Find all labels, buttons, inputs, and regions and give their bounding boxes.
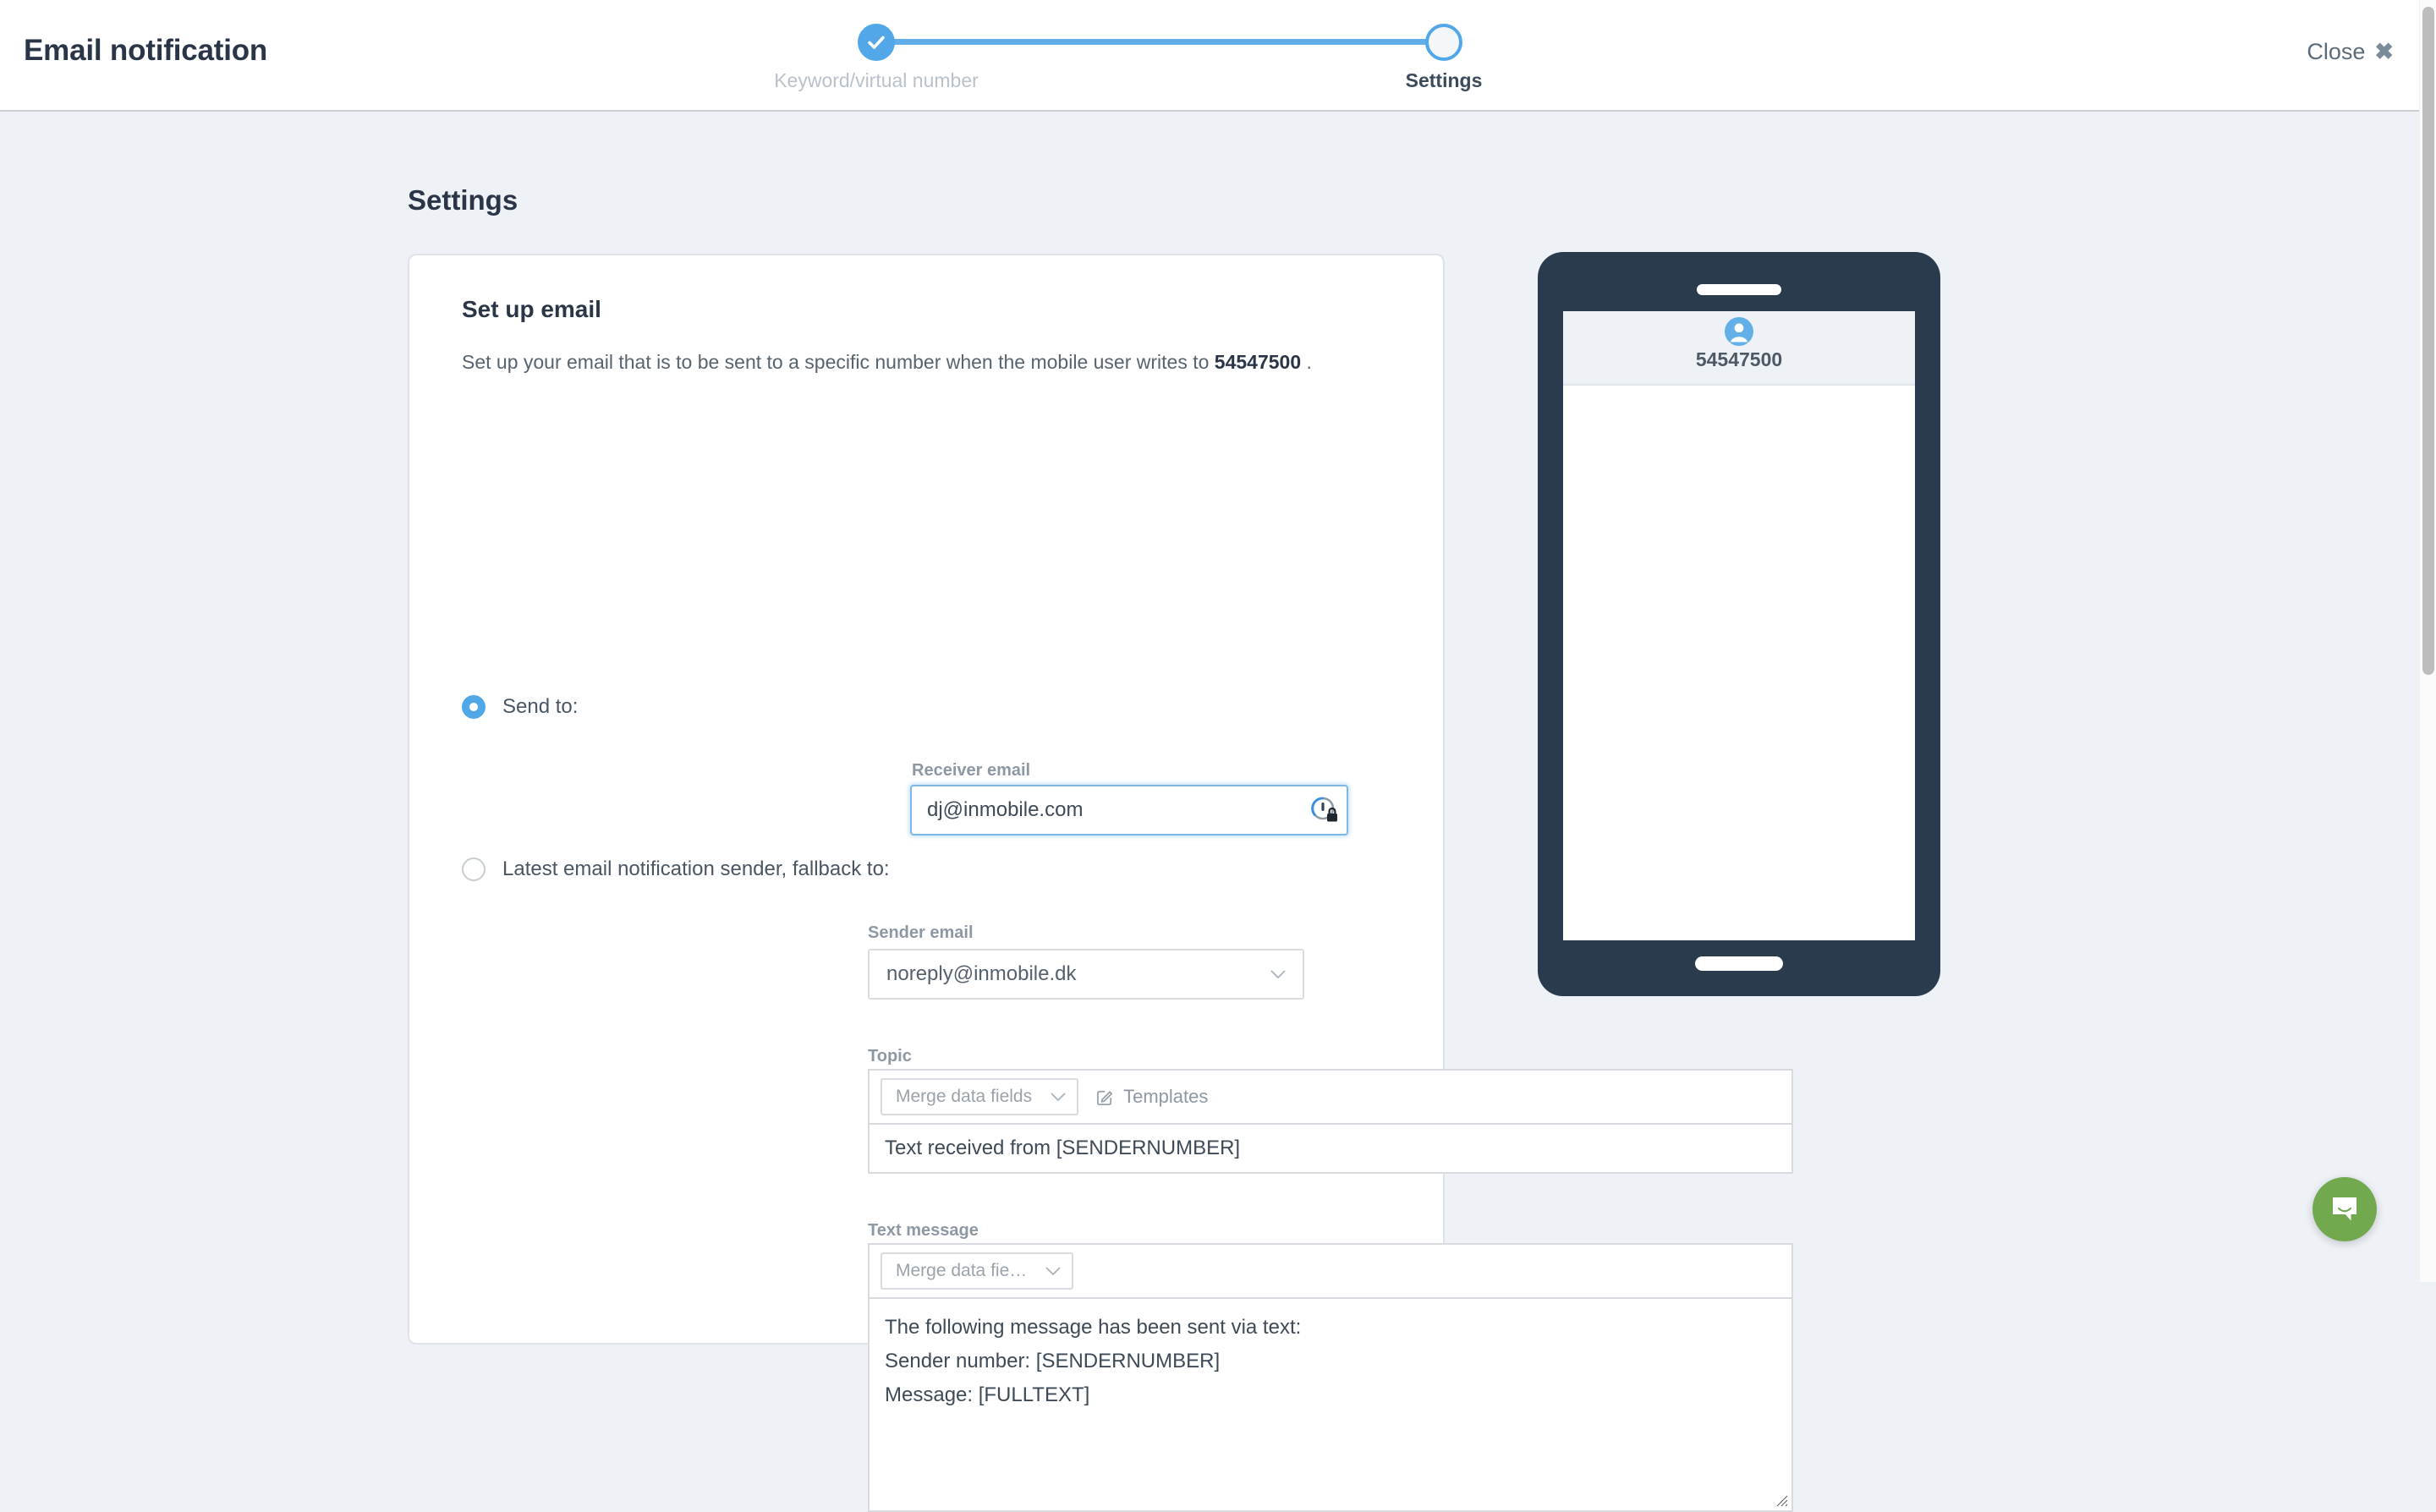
topic-merge-fields-value: Merge data fields (896, 1087, 1033, 1106)
sender-email-value: noreply@inmobile.dk (886, 962, 1077, 985)
user-avatar-icon (1725, 317, 1753, 346)
stepper-connector-line (886, 39, 1444, 45)
chat-bubble-smile-icon (2333, 1197, 2356, 1221)
close-x-icon: ✖ (2374, 39, 2394, 64)
chevron-down-icon (1051, 1093, 1066, 1101)
receiver-email-input[interactable] (910, 785, 1348, 835)
radio-send-to-label: Send to: (502, 695, 579, 718)
close-button[interactable]: Close ✖ (2307, 39, 2394, 65)
stepper-label-settings: Settings (1405, 69, 1483, 91)
phone-speaker (1697, 284, 1781, 295)
text-message-label: Text message (868, 1221, 979, 1240)
radio-latest-sender-indicator[interactable] (462, 857, 486, 881)
check-icon (868, 36, 885, 49)
topic-input[interactable] (868, 1125, 1793, 1174)
stepper-label-keyword: Keyword/virtual number (774, 69, 979, 91)
text-message-textarea[interactable]: The following message has been sent via … (868, 1299, 1793, 1512)
wizard-stepper: Keyword/virtual number Settings (753, 12, 1482, 105)
message-toolbar: Merge data fie… (868, 1243, 1793, 1299)
password-manager-lock-icon[interactable] (1310, 796, 1339, 824)
stepper-step-settings[interactable] (1425, 24, 1462, 61)
topic-group: Merge data fields Templates (868, 1069, 1793, 1174)
chevron-down-icon (1270, 970, 1286, 978)
radio-send-to-indicator[interactable] (462, 695, 486, 719)
text-message-group: Merge data fie… The following message ha… (868, 1243, 1793, 1512)
chat-launcher-button[interactable] (2313, 1177, 2377, 1241)
radio-latest-sender-label: Latest email notification sender, fallba… (502, 857, 890, 880)
radio-option-send-to[interactable]: Send to: (462, 695, 578, 719)
card-description-prefix: Set up your email that is to be sent to … (462, 351, 1210, 373)
sender-email-select[interactable]: noreply@inmobile.dk (868, 949, 1304, 1000)
close-button-label: Close (2307, 39, 2366, 64)
phone-preview-number: 54547500 (1695, 348, 1783, 370)
card-description-suffix: . (1306, 351, 1312, 373)
chevron-down-icon (1045, 1267, 1061, 1275)
stepper-step-keyword[interactable] (858, 24, 895, 61)
topic-templates-button[interactable]: Templates (1095, 1086, 1208, 1108)
card-description: Set up your email that is to be sent to … (462, 343, 1333, 381)
message-merge-fields-select[interactable]: Merge data fie… (881, 1252, 1074, 1290)
phone-preview: 54547500 (1538, 252, 1940, 996)
topic-templates-label: Templates (1123, 1086, 1209, 1107)
page-scrollbar-thumb[interactable] (2422, 7, 2434, 675)
radio-option-latest-sender[interactable]: Latest email notification sender, fallba… (462, 857, 890, 881)
receiver-email-label: Receiver email (912, 761, 1031, 780)
pencil-square-icon (1097, 1090, 1113, 1105)
phone-screen: 54547500 (1563, 311, 1915, 940)
page-title: Settings (408, 184, 518, 216)
modal-header: Email notification Keyword/virtual numbe… (0, 0, 2419, 112)
settings-card: Set up email Set up your email that is t… (408, 254, 1793, 1512)
topic-merge-fields-select[interactable]: Merge data fields (881, 1078, 1079, 1115)
card-title: Set up email (462, 296, 601, 322)
receiver-email-field-wrap (910, 785, 1348, 835)
phone-screen-header: 54547500 (1563, 311, 1915, 386)
page-title-header: Email notification (24, 34, 268, 67)
card-description-number: 54547500 (1214, 351, 1302, 373)
page-scrollbar-track[interactable] (2419, 0, 2436, 1282)
topic-toolbar: Merge data fields Templates (868, 1069, 1793, 1125)
phone-home-button (1695, 956, 1783, 971)
message-merge-fields-value: Merge data fie… (896, 1261, 1028, 1280)
topic-label: Topic (868, 1047, 912, 1066)
sender-email-label: Sender email (868, 923, 974, 942)
